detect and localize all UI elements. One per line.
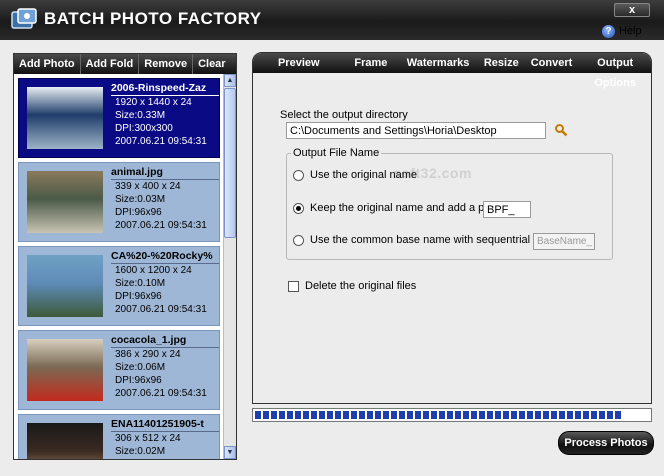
- thumbnail-dims: 339 x 400 x 24: [115, 181, 181, 192]
- tab-convert[interactable]: Convert: [524, 53, 580, 73]
- radio-original-name-label: Use the original name: [310, 169, 418, 181]
- thumbnail-scrollbar[interactable]: ▲ ▼: [223, 74, 236, 459]
- add-photo-button[interactable]: Add Photo: [14, 54, 81, 74]
- process-photos-button[interactable]: Process Photos: [558, 431, 654, 455]
- help-label: Help: [619, 25, 642, 37]
- thumbnail-image: [27, 87, 103, 149]
- thumbnail-dims: 1920 x 1440 x 24: [115, 97, 192, 108]
- thumbnail-image: [27, 171, 103, 233]
- thumbnail-meta: animal.jpg 339 x 400 x 24 Size:0.03M DPI…: [111, 166, 219, 232]
- thumbnail-item[interactable]: animal.jpg 339 x 400 x 24 Size:0.03M DPI…: [18, 162, 220, 242]
- thumbnail-item[interactable]: CA%20-%20Rocky% 1600 x 1200 x 24 Size:0.…: [18, 246, 220, 326]
- thumbnail-image: [27, 423, 103, 459]
- output-directory-label: Select the output directory: [280, 109, 408, 121]
- output-directory-input[interactable]: C:\Documents and Settings\Horia\Desktop: [286, 122, 546, 139]
- thumbnail-meta: 2006-Rinspeed-Zaz 1920 x 1440 x 24 Size:…: [111, 82, 219, 148]
- thumbnail-name: cocacola_1.jpg: [111, 334, 219, 348]
- delete-originals-checkbox[interactable]: [288, 280, 299, 292]
- thumbnail-date: 2007.06.21 09:54:31: [115, 220, 207, 231]
- thumbnail-size: Size:0.10M: [115, 278, 166, 289]
- prefix-input[interactable]: BPF_: [483, 201, 531, 218]
- tab-output-options[interactable]: Output Options: [579, 53, 651, 89]
- thumbnail-name: CA%20-%20Rocky%: [111, 250, 219, 264]
- tab-bar: Preview Frame Watermarks Resize Convert …: [253, 53, 651, 89]
- thumbnail-name: ENA11401251905-t: [111, 418, 219, 432]
- tab-resize[interactable]: Resize: [479, 53, 524, 73]
- base-name-input[interactable]: BaseName_: [533, 233, 595, 250]
- thumbnail-size: Size:0.02M: [115, 446, 166, 457]
- thumbnail-item[interactable]: ENA11401251905-t 306 x 512 x 24 Size:0.0…: [18, 414, 220, 459]
- thumbnail-dpi: DPI:72x72: [111, 458, 219, 459]
- title-bar: BATCH PHOTO FACTORY x: [0, 0, 664, 40]
- thumbnail-date: 2007.06.21 09:54:31: [115, 388, 207, 399]
- help-link[interactable]: ? Help: [602, 24, 642, 38]
- thumbnail-size: Size:0.06M: [115, 362, 166, 373]
- radio-button[interactable]: [293, 234, 304, 246]
- thumbnail-dpi: DPI:300x300: [115, 123, 173, 134]
- progress-bar: [252, 408, 652, 422]
- tab-preview[interactable]: Preview: [253, 53, 345, 73]
- delete-originals-option[interactable]: Delete the original files: [288, 280, 416, 292]
- delete-originals-label: Delete the original files: [305, 280, 417, 292]
- settings-panel: Preview Frame Watermarks Resize Convert …: [252, 52, 652, 404]
- radio-add-prefix-label: Keep the original name and add a prefix: [310, 202, 506, 214]
- thumbnail-name: 2006-Rinspeed-Zaz: [111, 82, 219, 96]
- radio-button-selected[interactable]: [293, 202, 304, 214]
- thumbnail-dims: 1600 x 1200 x 24: [115, 265, 192, 276]
- photo-list-panel: Add Photo Add Fold Remove Clear 2006-Rin…: [13, 53, 237, 460]
- browse-folder-icon[interactable]: [554, 123, 568, 137]
- thumbnail-size: Size:0.33M: [115, 110, 166, 121]
- thumbnail-list[interactable]: 2006-Rinspeed-Zaz 1920 x 1440 x 24 Size:…: [14, 74, 224, 459]
- clear-button[interactable]: Clear: [193, 54, 231, 74]
- thumbnail-item[interactable]: cocacola_1.jpg 386 x 290 x 24 Size:0.06M…: [18, 330, 220, 410]
- thumbnail-image: [27, 339, 103, 401]
- thumbnail-dims: 386 x 290 x 24: [115, 349, 181, 360]
- thumbnail-dpi: DPI:96x96: [115, 207, 162, 218]
- scroll-up-icon[interactable]: ▲: [224, 74, 236, 87]
- radio-original-name[interactable]: Use the original name: [293, 169, 417, 181]
- thumbnail-dpi: DPI:96x96: [115, 291, 162, 302]
- output-file-name-title: Output File Name: [291, 147, 382, 159]
- radio-button[interactable]: [293, 169, 304, 181]
- thumbnail-meta: cocacola_1.jpg 386 x 290 x 24 Size:0.06M…: [111, 334, 219, 400]
- scroll-down-icon[interactable]: ▼: [224, 446, 236, 459]
- photo-list-toolbar: Add Photo Add Fold Remove Clear: [14, 54, 236, 74]
- thumbnail-meta: CA%20-%20Rocky% 1600 x 1200 x 24 Size:0.…: [111, 250, 219, 316]
- thumbnail-item[interactable]: 2006-Rinspeed-Zaz 1920 x 1440 x 24 Size:…: [18, 78, 220, 158]
- thumbnail-dims: 306 x 512 x 24: [115, 433, 181, 444]
- tab-watermarks[interactable]: Watermarks: [397, 53, 479, 73]
- radio-add-prefix[interactable]: Keep the original name and add a prefix: [293, 202, 505, 214]
- thumbnail-dpi: DPI:96x96: [115, 375, 162, 386]
- help-icon: ?: [602, 24, 615, 38]
- thumbnail-image: [27, 255, 103, 317]
- tab-frame[interactable]: Frame: [345, 53, 398, 73]
- thumbnail-size: Size:0.03M: [115, 194, 166, 205]
- thumbnail-name: animal.jpg: [111, 166, 219, 180]
- thumbnail-date: 2007.06.21 09:54:31: [115, 304, 207, 315]
- add-folder-button[interactable]: Add Fold: [81, 54, 140, 74]
- progress-fill: [255, 411, 623, 419]
- app-title: BATCH PHOTO FACTORY: [44, 9, 262, 28]
- remove-button[interactable]: Remove: [139, 54, 194, 74]
- scrollbar-thumb[interactable]: [224, 88, 236, 238]
- app-logo-icon: [11, 8, 37, 29]
- thumbnail-date: 2007.06.21 09:54:31: [115, 136, 207, 147]
- output-options-body: Select the output directory C:\Documents…: [253, 73, 651, 403]
- thumbnail-meta: ENA11401251905-t 306 x 512 x 24 Size:0.0…: [111, 418, 219, 459]
- close-button[interactable]: x: [614, 3, 650, 17]
